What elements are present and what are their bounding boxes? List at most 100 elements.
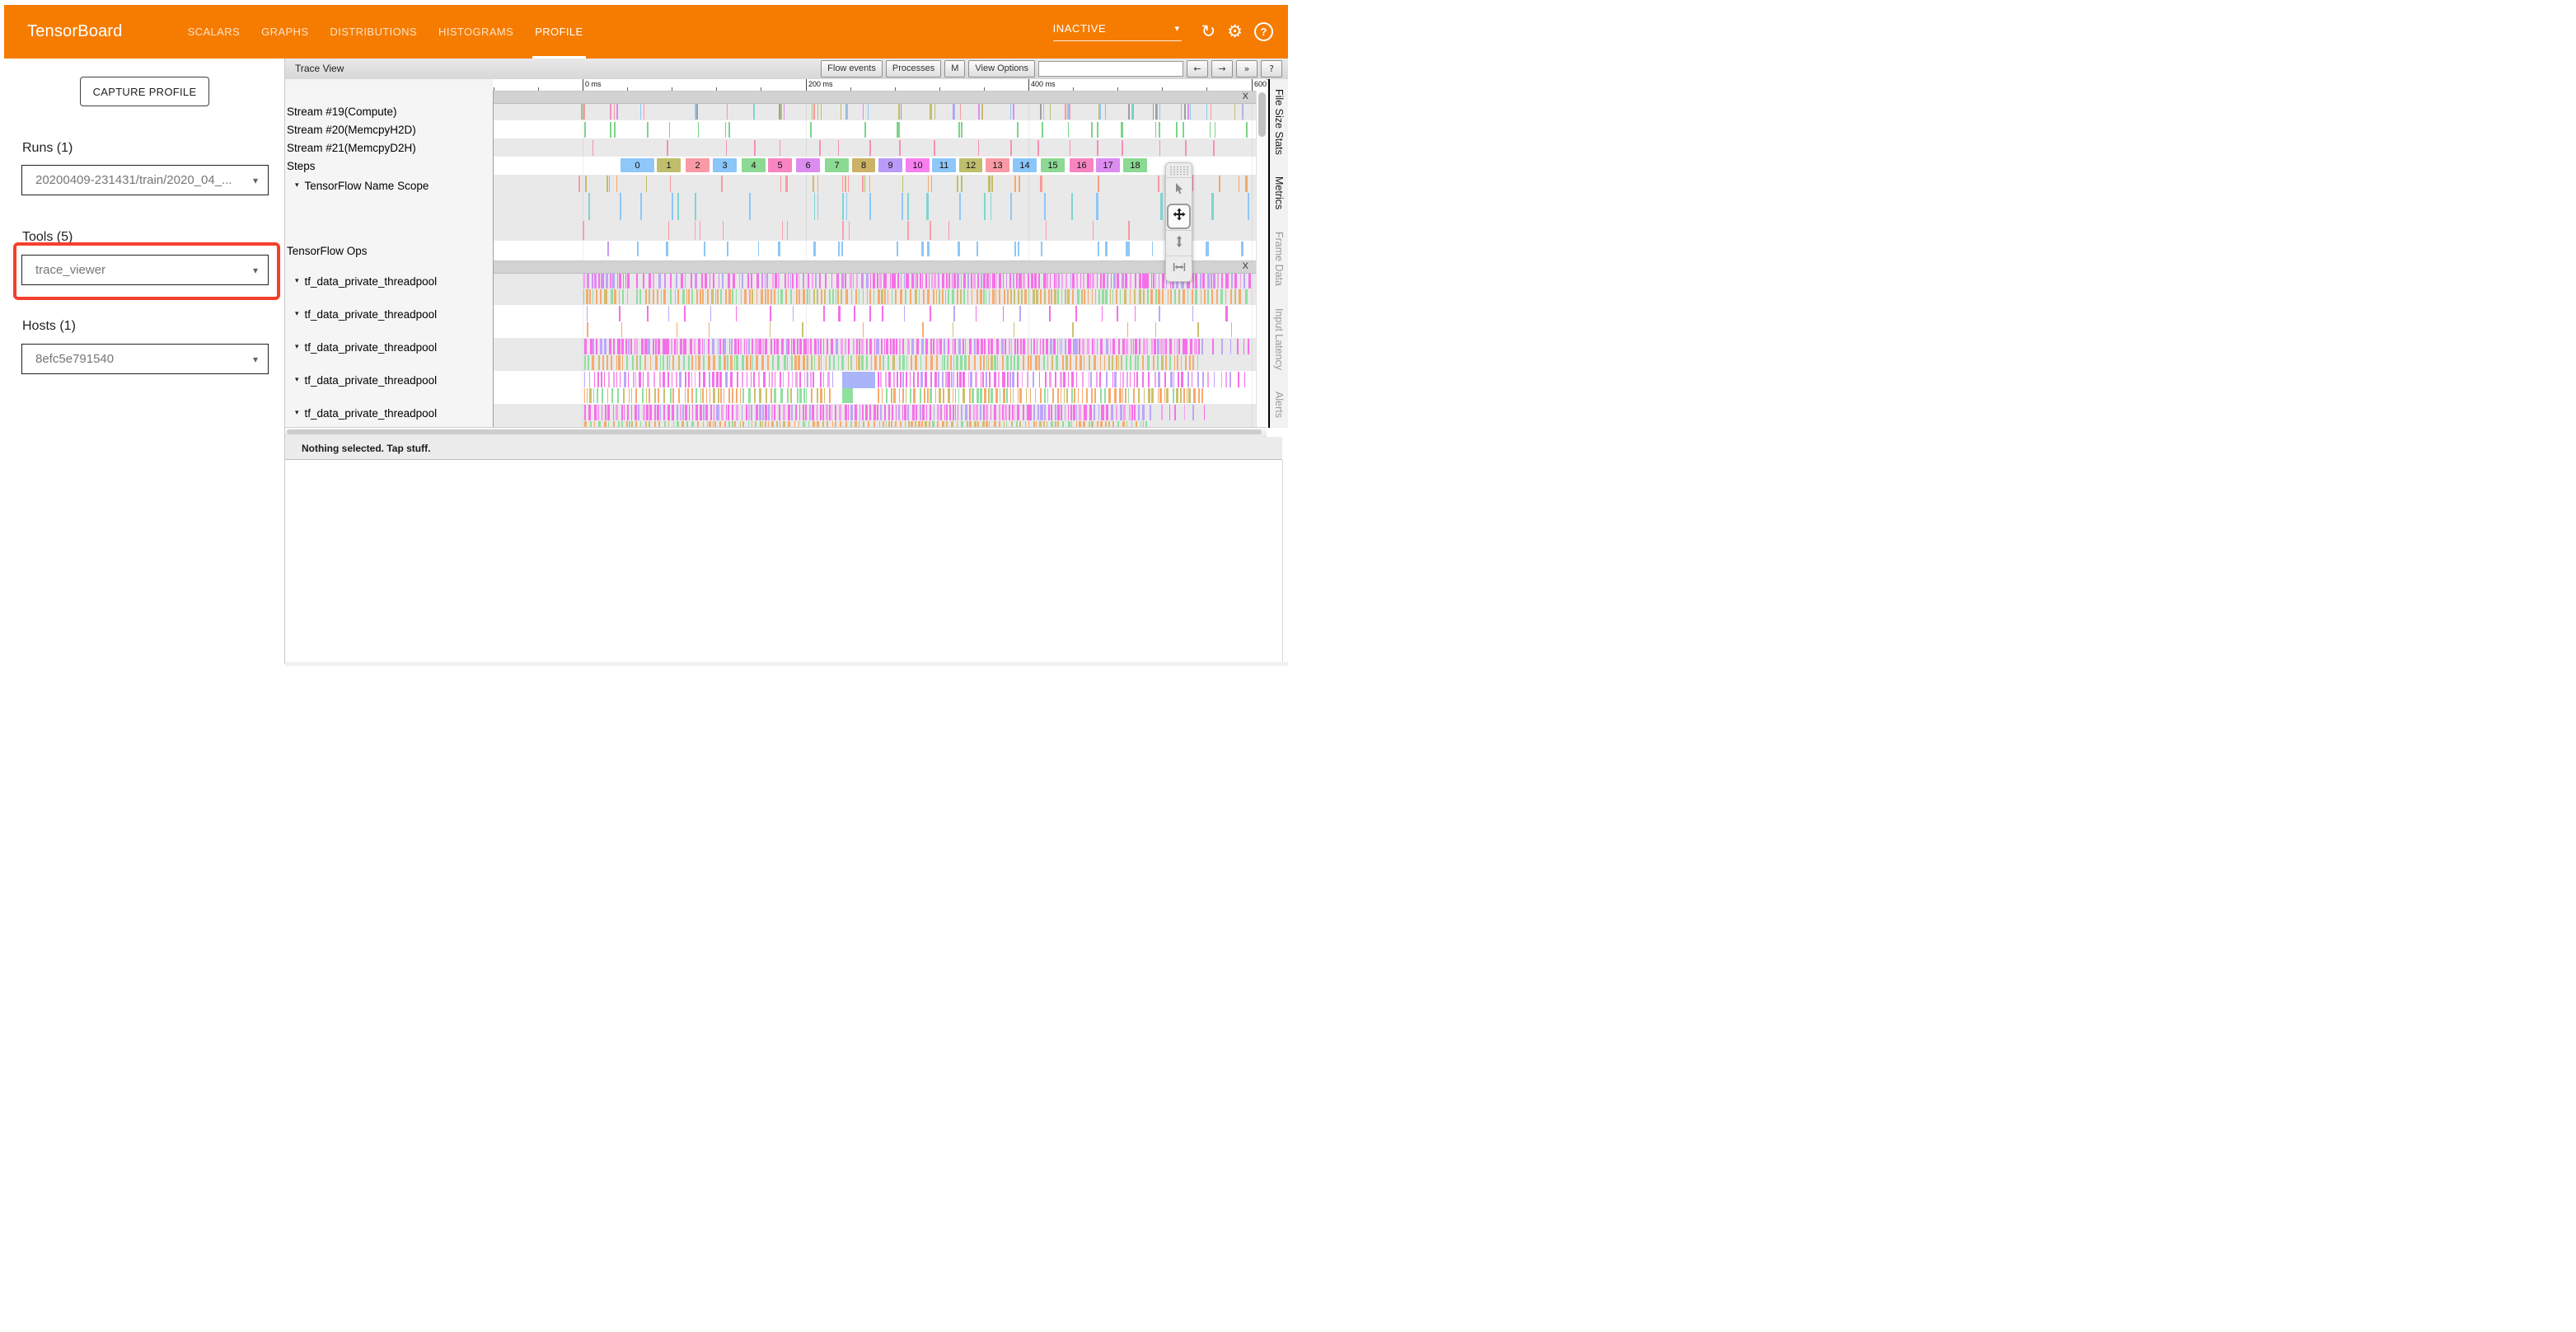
more-button[interactable]: » [1236,60,1258,77]
toolbar-button-processes[interactable]: Processes [886,60,941,77]
track-label-stream20[interactable]: Stream #20(MemcpyH2D) [287,120,416,138]
step-block[interactable]: 0 [621,158,654,172]
nav-tab-distributions[interactable]: DISTRIBUTIONS [319,5,428,59]
sidebar: CAPTURE PROFILE Runs (1) 20200409-231431… [0,59,285,664]
nav-tab-scalars[interactable]: SCALARS [177,5,251,59]
step-block[interactable]: 9 [878,158,902,172]
step-block[interactable]: 13 [986,158,1009,172]
help-icon[interactable]: ? [1254,22,1273,41]
horizontal-scrollbar-thumb[interactable] [287,429,1262,434]
close-icon[interactable]: X [1243,261,1248,271]
step-block[interactable]: 5 [768,158,792,172]
step-block[interactable]: 16 [1070,158,1094,172]
app-header: TensorBoard SCALARSGRAPHSDISTRIBUTIONSHI… [4,5,1288,59]
track-label-threadpool-0[interactable]: ▾tf_data_private_threadpool [288,272,437,290]
step-block[interactable]: 3 [713,158,737,172]
hosts-select[interactable]: 8efc5e791540 ▾ [21,344,269,374]
ruler-tick-label: 600 [1254,80,1267,88]
tools-select[interactable]: trace_viewer ▾ [21,255,269,285]
step-block[interactable]: 2 [686,158,710,172]
step-block[interactable]: 4 [742,158,766,172]
collapse-caret-icon[interactable]: ▾ [295,277,299,285]
track-label-tf-name-scope[interactable]: ▾TensorFlow Name Scope [288,176,429,195]
step-block[interactable]: 6 [796,158,820,172]
nav-tab-histograms[interactable]: HISTOGRAMS [428,5,524,59]
step-block[interactable]: 1 [657,158,681,172]
step-block[interactable]: 14 [1013,158,1037,172]
nav-tab-profile[interactable]: PROFILE [524,5,593,59]
chevron-down-icon: ▾ [253,175,258,186]
ruler-major-tick [1252,79,1253,91]
selection-tool-button[interactable] [1166,177,1192,203]
ruler-left-pad [285,79,493,91]
step-block[interactable]: 11 [932,158,956,172]
grid-line [1252,91,1253,427]
toolbar-button-view-options[interactable]: View Options [968,60,1035,77]
details-bar: Nothing selected. Tap stuff. [285,437,1282,460]
side-tab-file-size-stats[interactable]: File Size Stats [1273,89,1285,155]
track-label-threadpool-2[interactable]: ▾ tf_data_private_threadpool [288,338,437,356]
side-tab-input-latency[interactable]: Input Latency [1273,308,1285,370]
tools-select-value: trace_viewer [35,263,105,277]
track-label-text: tf_data_private_threadpool [305,341,438,354]
runs-label: Runs (1) [22,141,73,156]
trace-tool-palette [1165,162,1192,282]
step-block[interactable]: 12 [959,158,982,172]
trace-search-input[interactable] [1038,61,1183,77]
step-block[interactable]: 17 [1096,158,1120,172]
step-block[interactable]: 18 [1123,158,1147,172]
step-block[interactable]: 8 [852,158,875,172]
side-tab-metrics[interactable]: Metrics [1273,176,1285,209]
ruler-major-tick [1028,79,1029,91]
capture-profile-button[interactable]: CAPTURE PROFILE [80,77,209,106]
trace-view-titlebar: Trace View Flow eventsProcessesMView Opt… [285,59,1288,80]
footer-strip [285,662,1288,666]
toolbar-button-flow-events[interactable]: Flow events [821,60,883,77]
chevron-down-icon: ▾ [1174,23,1179,34]
track-label-tf-ops[interactable]: TensorFlow Ops [287,242,368,260]
refresh-icon[interactable]: ↻ [1201,23,1216,40]
track-label-threadpool-1[interactable]: ▾tf_data_private_threadpool [288,305,437,323]
vertical-scrollbar[interactable] [1256,91,1267,427]
trace-nav-buttons: ←→»? [1187,60,1282,77]
trace-help-button[interactable]: ? [1261,60,1282,77]
hosts-select-value: 8efc5e791540 [35,352,114,366]
track-label-threadpool-3[interactable]: ▾tf_data_private_threadpool [288,371,437,389]
prev-button[interactable]: ← [1187,60,1208,77]
step-block[interactable]: 10 [906,158,930,172]
nav-tab-graphs[interactable]: GRAPHS [251,5,319,59]
side-tab-alerts[interactable]: Alerts [1273,392,1285,418]
trace-view-title: Trace View [295,63,344,74]
track-label-stream19[interactable]: Stream #19(Compute) [287,102,397,120]
collapse-caret-icon[interactable]: ▾ [295,409,299,417]
vertical-scrollbar-thumb[interactable] [1258,92,1266,137]
status-dropdown[interactable]: INACTIVE ▾ [1053,22,1182,41]
collapse-caret-icon[interactable]: ▾ [295,181,299,190]
ruler-tick-label: 400 ms [1031,80,1056,88]
step-block[interactable]: 15 [1041,158,1065,172]
row-stripe [493,102,1267,120]
timing-selection-tool-button[interactable] [1166,256,1192,281]
collapse-caret-icon[interactable]: ▾ [295,376,299,384]
toolbar-button-m[interactable]: M [944,60,965,77]
runs-select[interactable]: 20200409-231431/train/2020_04_... ▾ [21,165,269,195]
pan-tool-button[interactable] [1167,204,1191,229]
chevron-down-icon: ▾ [253,354,258,365]
step-block[interactable]: 7 [825,158,849,172]
cursor-icon [1173,182,1186,199]
timeline-rows-area[interactable]: 0123456789101112131415161718Stream #19(C… [285,91,1267,427]
gear-icon[interactable]: ⚙ [1227,23,1243,40]
collapse-caret-icon[interactable]: ▾ [295,310,299,318]
collapse-caret-icon[interactable]: ▾ [295,343,299,351]
next-button[interactable]: → [1211,60,1233,77]
side-tab-frame-data[interactable]: Frame Data [1273,232,1285,286]
track-label-stream21[interactable]: Stream #21(MemcpyD2H) [287,138,416,157]
runs-select-value: 20200409-231431/train/2020_04_... [35,173,232,187]
track-label-threadpool-4[interactable]: ▾tf_data_private_threadpool [288,404,437,422]
timeline-ruler[interactable]: 0 ms200 ms400 ms600 [285,79,1267,91]
track-label-steps[interactable]: Steps [287,157,316,175]
palette-drag-handle[interactable] [1169,166,1188,176]
close-icon[interactable]: X [1243,91,1248,101]
vertical-zoom-tool-button[interactable] [1166,230,1192,256]
horizontal-span-icon [1173,260,1186,278]
